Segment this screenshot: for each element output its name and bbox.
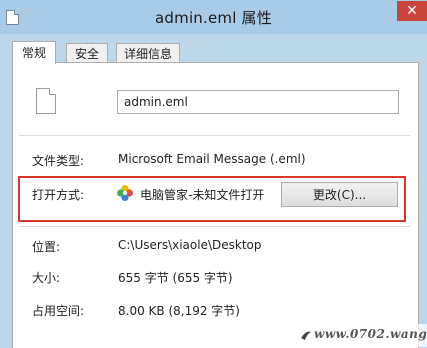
file-type-value: Microsoft Email Message (.eml) — [118, 152, 306, 166]
watermark: www.0702.wang — [296, 324, 427, 347]
file-icon — [36, 88, 56, 114]
tab-security[interactable]: 安全 — [66, 43, 108, 64]
tab-details[interactable]: 详细信息 — [116, 43, 180, 64]
open-with-value: 电脑管家-未知文件打开 — [140, 188, 265, 202]
title-bar: admin.eml 属性 ✕ — [0, 0, 427, 34]
pc-manager-icon — [117, 185, 133, 201]
change-button[interactable]: 更改(C)... — [281, 182, 398, 207]
disk-size-label: 占用空间: — [32, 304, 85, 318]
window-title: admin.eml 属性 — [155, 9, 272, 27]
location-value: C:\Users\xiaole\Desktop — [118, 238, 262, 252]
open-with-label: 打开方式: — [32, 188, 85, 202]
general-panel: 文件类型: Microsoft Email Message (.eml) 打开方… — [12, 62, 419, 348]
close-button[interactable]: ✕ — [397, 1, 427, 21]
file-name-field[interactable] — [117, 90, 399, 114]
disk-size-value: 8.00 KB (8,192 字节) — [118, 304, 240, 318]
watermark-text: www.0702.wang — [314, 327, 427, 341]
divider — [19, 135, 410, 136]
location-label: 位置: — [32, 240, 61, 254]
size-value: 655 字节 (655 字节) — [118, 271, 233, 285]
watermark-logo-icon — [301, 331, 311, 340]
file-type-label: 文件类型: — [32, 154, 85, 168]
size-label: 大小: — [32, 271, 61, 285]
divider — [19, 226, 410, 227]
tab-bar: 常规 安全 详细信息 — [12, 41, 422, 64]
tab-general[interactable]: 常规 — [12, 41, 56, 64]
